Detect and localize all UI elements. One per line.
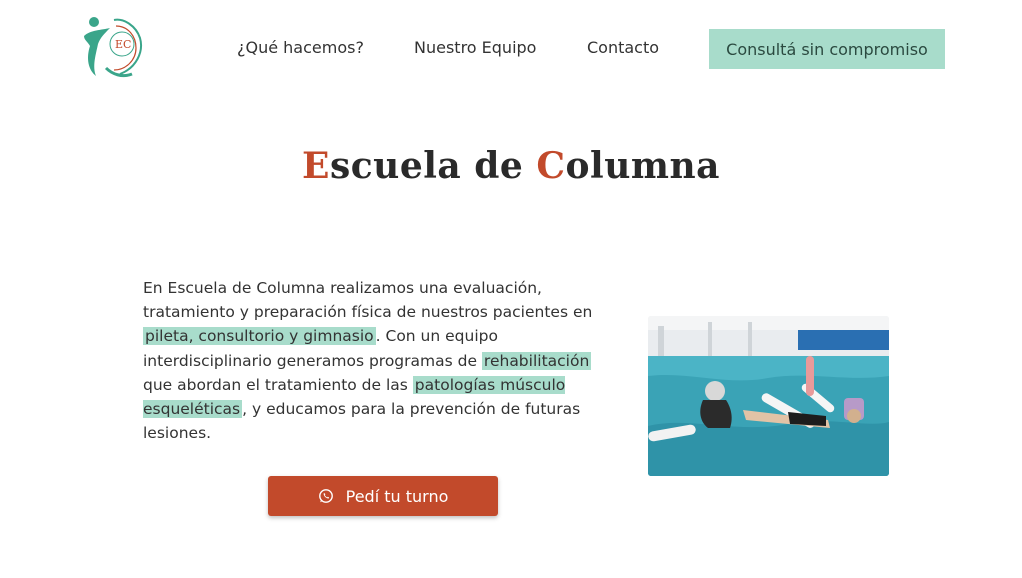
pool-therapy-photo bbox=[648, 316, 889, 476]
site-header: EC ¿Qué hacemos? Nuestro Equipo Contacto… bbox=[0, 0, 1022, 100]
nav-link-que-hacemos[interactable]: ¿Qué hacemos? bbox=[237, 38, 364, 57]
intro-paragraph: En Escuela de Columna realizamos una eva… bbox=[143, 276, 618, 445]
book-appointment-button[interactable]: Pedí tu turno bbox=[268, 476, 498, 516]
whatsapp-icon bbox=[318, 488, 334, 504]
logo-text: EC bbox=[115, 38, 131, 51]
title-part-2: olumna bbox=[565, 145, 720, 187]
consult-button-label: Consultá sin compromiso bbox=[726, 39, 928, 59]
page-title: Escuela de Columna bbox=[0, 145, 1022, 187]
intro-text-1: En Escuela de Columna realizamos una eva… bbox=[143, 279, 593, 322]
title-part-1: scuela de bbox=[329, 145, 537, 187]
nav-link-contacto[interactable]: Contacto bbox=[587, 38, 659, 57]
logo[interactable]: EC bbox=[80, 14, 148, 82]
title-letter-c: C bbox=[536, 145, 566, 187]
highlight-locations: pileta, consultorio y gimnasio bbox=[143, 327, 376, 346]
nav-link-nuestro-equipo[interactable]: Nuestro Equipo bbox=[414, 38, 536, 57]
intro-text-3: que abordan el tratamiento de las bbox=[143, 375, 413, 394]
logo-icon: EC bbox=[84, 17, 142, 78]
title-letter-e: E bbox=[302, 145, 330, 187]
book-appointment-label: Pedí tu turno bbox=[345, 486, 449, 506]
consult-button[interactable]: Consultá sin compromiso bbox=[709, 29, 945, 69]
highlight-rehabilitation: rehabilitación bbox=[481, 351, 592, 370]
